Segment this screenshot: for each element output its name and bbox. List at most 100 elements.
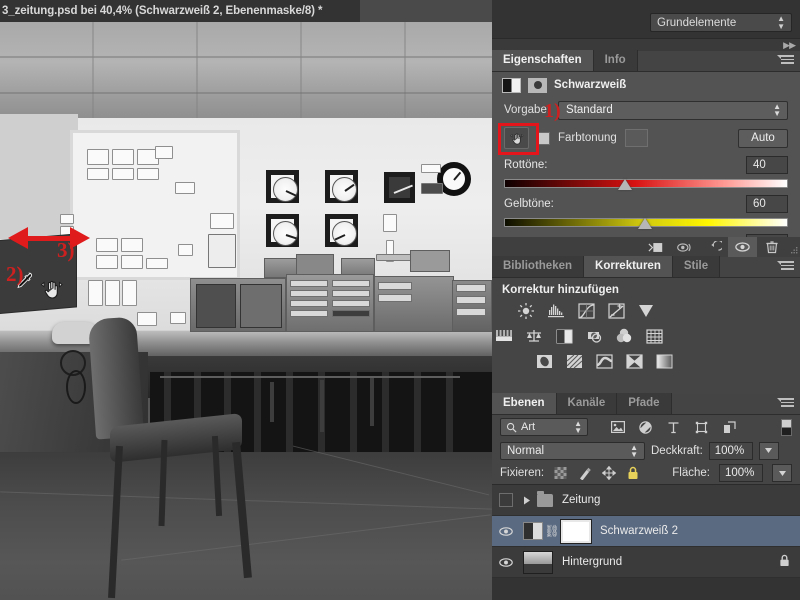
folder-icon: [537, 490, 553, 507]
clip-to-layer-button[interactable]: [641, 237, 670, 257]
vibrance-icon[interactable]: [636, 302, 656, 320]
chair-back: [87, 316, 145, 440]
fill-dropdown-arrow[interactable]: [772, 464, 792, 482]
resize-grip[interactable]: [786, 237, 800, 257]
workspace-selector-label: Grundelemente: [657, 16, 737, 29]
lock-all-icon[interactable]: [625, 466, 640, 481]
layer-visibility-toggle[interactable]: [492, 485, 519, 516]
brightness-contrast-icon[interactable]: [516, 302, 536, 320]
exposure-icon[interactable]: [606, 302, 626, 320]
threshold-icon[interactable]: [594, 352, 614, 370]
slider-reds-thumb[interactable]: [617, 179, 632, 190]
tab-bibliotheken[interactable]: Bibliotheken: [492, 256, 585, 277]
tab-stile[interactable]: Stile: [672, 256, 721, 277]
black-white-icon[interactable]: [554, 327, 574, 345]
blend-mode-dropdown[interactable]: Normal ▲ ▼: [500, 441, 645, 460]
levels-icon[interactable]: [546, 302, 566, 320]
document-image[interactable]: 2) 3): [0, 22, 492, 600]
lock-transparency-icon[interactable]: [553, 466, 568, 481]
preset-dropdown[interactable]: Standard ▲ ▼: [558, 100, 788, 120]
table-row[interactable]: Hintergrund: [492, 547, 800, 578]
visibility-empty-icon: [498, 493, 513, 507]
layer-visibility-toggle[interactable]: [492, 516, 519, 547]
tab-pfade[interactable]: Pfade: [617, 393, 672, 414]
posterize-icon[interactable]: [564, 352, 584, 370]
properties-panel: Schwarzweiß Vorgabe: Standard ▲ ▼ Farbto…: [492, 72, 800, 257]
document-tab[interactable]: 3_zeitung.psd bei 40,4% (Schwarzweiß 2, …: [0, 0, 360, 22]
annotation-arrow: [8, 227, 90, 249]
color-balance-icon[interactable]: [524, 327, 544, 345]
photo-filter-icon[interactable]: [584, 327, 604, 345]
chevron-updown-icon: ▲ ▼: [777, 13, 785, 31]
link-icon[interactable]: ⛓: [544, 524, 559, 538]
invert-icon[interactable]: [534, 352, 554, 370]
auto-button[interactable]: Auto: [738, 128, 788, 148]
chevron-updown-icon: ▲ ▼: [630, 442, 638, 459]
slider-yellows-value[interactable]: 60: [746, 195, 788, 213]
opacity-value[interactable]: 100%: [708, 441, 753, 460]
tab-eigenschaften[interactable]: Eigenschaften: [492, 50, 594, 71]
tab-korrekturen[interactable]: Korrekturen: [584, 256, 673, 277]
eye-icon: [498, 557, 513, 567]
gauge-frame: [384, 172, 415, 203]
layer-mask-thumbnail[interactable]: [560, 518, 592, 544]
opacity-dropdown-arrow[interactable]: [758, 441, 779, 460]
workspace-selector[interactable]: Grundelemente ▲ ▼: [650, 13, 792, 32]
adjustment-layer-filter-icon[interactable]: [638, 420, 653, 435]
filter-toggle-switch[interactable]: [781, 418, 792, 436]
type-layer-filter-icon[interactable]: [666, 420, 681, 435]
corrections-panel: Korrektur hinzufügen: [492, 278, 800, 394]
reset-button[interactable]: [699, 237, 728, 257]
double-chevron-right-icon[interactable]: ▶▶: [783, 40, 796, 51]
layer-name: Hintergrund: [562, 556, 623, 568]
panel-menu-icon[interactable]: [777, 261, 794, 273]
clip-to-layer-icon: [647, 242, 662, 252]
pixel-layer-filter-icon[interactable]: [610, 420, 625, 435]
blend-mode-value: Normal: [507, 444, 545, 457]
view-previous-state-button[interactable]: [670, 237, 699, 257]
panel-menu-icon[interactable]: [777, 398, 794, 410]
selective-color-icon[interactable]: [624, 352, 644, 370]
hue-saturation-icon[interactable]: [494, 327, 514, 345]
shape-layer-filter-icon[interactable]: [694, 420, 709, 435]
table-row[interactable]: Zeitung: [492, 485, 800, 516]
delete-button[interactable]: [757, 237, 786, 257]
preset-row: Vorgabe: Standard ▲ ▼: [492, 98, 800, 122]
slider-reds-label: Rottöne:: [504, 159, 548, 171]
slider-yellows-label: Gelbtöne:: [504, 198, 554, 210]
layer-name: Schwarzweiß 2: [600, 525, 678, 537]
tint-label: Farbtonung: [558, 132, 617, 144]
hand-scrub-cursor: [40, 280, 63, 299]
color-lookup-icon[interactable]: [644, 327, 664, 345]
adjustment-title: Schwarzweiß: [554, 79, 627, 91]
layers-tabbar: Ebenen Kanäle Pfade: [492, 393, 800, 415]
slider-yellows-track[interactable]: [504, 218, 788, 229]
slider-reds-track[interactable]: [504, 179, 788, 190]
tab-kanaele[interactable]: Kanäle: [556, 393, 618, 414]
group-expand-arrow-icon[interactable]: [523, 496, 531, 505]
table-row[interactable]: ⛓ Schwarzweiß 2: [492, 516, 800, 547]
channel-mixer-icon[interactable]: [614, 327, 634, 345]
lock-pixels-icon[interactable]: [577, 466, 592, 481]
grip-dots-icon: [791, 247, 798, 254]
toggle-visibility-button[interactable]: [728, 237, 757, 257]
trash-icon: [765, 241, 778, 254]
layer-thumbnail[interactable]: [523, 522, 543, 540]
layer-thumbnail[interactable]: [523, 550, 553, 574]
slider-reds-value[interactable]: 40: [746, 156, 788, 174]
ceiling: [0, 22, 492, 122]
panel-menu-icon[interactable]: [777, 55, 794, 67]
curves-icon[interactable]: [576, 302, 596, 320]
annotation-marker-2: 2): [6, 262, 24, 286]
slider-yellows-thumb[interactable]: [637, 218, 652, 229]
lock-position-icon[interactable]: [601, 466, 616, 481]
fill-value[interactable]: 100%: [719, 464, 763, 482]
gradient-map-icon[interactable]: [654, 352, 674, 370]
tab-ebenen[interactable]: Ebenen: [492, 393, 557, 414]
layer-visibility-toggle[interactable]: [492, 547, 519, 578]
smart-object-filter-icon[interactable]: [722, 420, 737, 435]
tab-info[interactable]: Info: [593, 50, 638, 71]
tint-color-swatch[interactable]: [624, 129, 648, 147]
filter-type-dropdown[interactable]: Art ▲ ▼: [500, 418, 588, 436]
lock-label: Fixieren:: [500, 467, 545, 479]
